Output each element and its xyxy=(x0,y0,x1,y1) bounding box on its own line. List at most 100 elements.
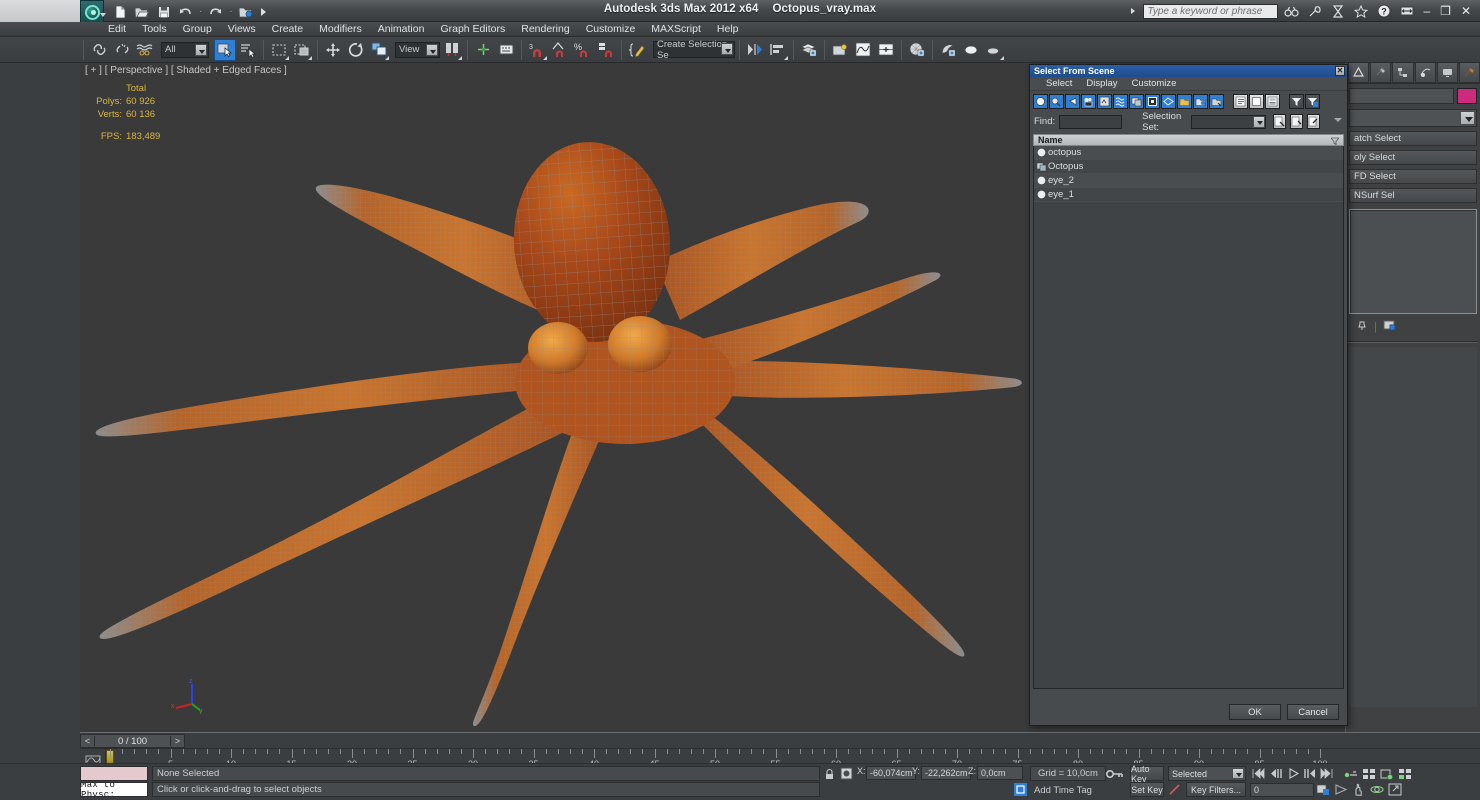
display-shapes-icon[interactable] xyxy=(1049,94,1064,109)
rectangular-selection-region-icon[interactable] xyxy=(268,39,290,61)
menu-item-rendering[interactable]: Rendering xyxy=(521,23,569,35)
coord-z-field[interactable]: 0,0cm xyxy=(977,766,1023,780)
command-panel[interactable]: atch Select oly Select FD Select NSurf S… xyxy=(1345,62,1480,732)
modifier-stack-buttons[interactable]: | xyxy=(1356,319,1480,335)
graphite-modeling-icon[interactable] xyxy=(829,39,851,61)
pin-stack-icon[interactable] xyxy=(1356,320,1368,335)
display-cameras-icon[interactable] xyxy=(1081,94,1096,109)
use-center-flyout-icon[interactable] xyxy=(441,39,463,61)
key-filters-button[interactable]: Key Filters... xyxy=(1186,782,1246,797)
list-column-header-name[interactable]: Name xyxy=(1033,134,1344,146)
dialog-menu-display[interactable]: Display xyxy=(1086,78,1117,89)
dialog-title-bar[interactable]: Select From Scene ✕ xyxy=(1030,65,1347,77)
list-item[interactable]: eye_2 xyxy=(1034,174,1343,188)
cancel-button[interactable]: Cancel xyxy=(1287,704,1339,720)
close-icon[interactable]: ✕ xyxy=(1335,66,1345,76)
frame-spinner-field[interactable]: 0 xyxy=(1250,783,1314,797)
select-influences-icon[interactable] xyxy=(1307,114,1321,129)
select-and-zoom-region-icon[interactable] xyxy=(1316,783,1330,799)
next-frame-icon[interactable] xyxy=(1304,768,1317,782)
menu-item-help[interactable]: Help xyxy=(717,23,739,35)
expand-dialog-chevron-icon[interactable] xyxy=(1332,115,1344,129)
display-geometry-icon[interactable] xyxy=(1033,94,1048,109)
dialog-find-row[interactable]: Find: Selection Set: xyxy=(1034,111,1344,133)
previous-frame-button[interactable]: < xyxy=(81,736,95,746)
modifier-list-dropdown[interactable] xyxy=(1349,109,1477,127)
zoom-extents-all-icon[interactable] xyxy=(1380,768,1394,783)
title-bar-right-tools[interactable]: Type a keyword or phrase ? – ❐ ✕ xyxy=(1131,0,1480,22)
time-tag-icon[interactable] xyxy=(1014,783,1027,799)
selection-set-dropdown[interactable] xyxy=(1191,114,1267,129)
render-setup-icon[interactable] xyxy=(937,39,959,61)
scene-object-list[interactable]: octopus Octopus eye_2 eye_1 xyxy=(1033,146,1344,689)
modify-tab-icon[interactable] xyxy=(1370,62,1392,83)
field-of-view-icon[interactable] xyxy=(1334,783,1348,799)
modifier-button-patch-select[interactable]: atch Select xyxy=(1349,131,1477,146)
select-by-name-icon[interactable] xyxy=(237,39,259,61)
flyout-corner-icon[interactable] xyxy=(458,55,462,60)
chevron-down-icon[interactable] xyxy=(721,43,733,55)
maxscript-mini-listener-input[interactable] xyxy=(80,766,148,781)
display-children-icon[interactable] xyxy=(1193,94,1208,109)
time-slider-row[interactable]: < 0 / 100 > xyxy=(80,732,1480,748)
next-frame-button[interactable]: > xyxy=(170,736,184,746)
help-circle-icon[interactable]: ? xyxy=(1374,2,1393,20)
pan-view-icon[interactable] xyxy=(1352,783,1366,799)
star-icon[interactable] xyxy=(1351,2,1370,20)
create-tab-icon[interactable] xyxy=(1348,62,1370,83)
rendered-frame-window-icon[interactable] xyxy=(960,39,982,61)
list-view-icon[interactable] xyxy=(1233,94,1248,109)
select-and-manipulate-icon[interactable] xyxy=(472,39,494,61)
select-and-scale-icon[interactable] xyxy=(368,39,390,61)
menu-item-modifiers[interactable]: Modifiers xyxy=(319,23,362,35)
reference-coordinate-system-dropdown[interactable]: View xyxy=(395,41,440,58)
list-item[interactable]: eye_1 xyxy=(1034,188,1343,202)
modifier-stack-list[interactable] xyxy=(1349,209,1477,314)
chevron-down-icon[interactable] xyxy=(1253,115,1266,128)
dialog-menu-customize[interactable]: Customize xyxy=(1132,78,1177,89)
chevron-down-icon[interactable] xyxy=(195,43,207,56)
edit-named-selection-icon[interactable] xyxy=(626,39,648,61)
display-space-warps-icon[interactable] xyxy=(1113,94,1128,109)
expand-icon[interactable] xyxy=(1397,2,1416,20)
flyout-corner-icon[interactable] xyxy=(385,55,389,60)
percent-snap-toggle-icon[interactable]: % xyxy=(572,39,594,61)
layer-manager-icon[interactable] xyxy=(798,39,820,61)
display-influences-icon[interactable] xyxy=(1209,94,1224,109)
chevron-down-icon[interactable] xyxy=(1460,111,1475,125)
previous-frame-icon[interactable] xyxy=(1270,768,1283,782)
display-tab-icon[interactable] xyxy=(1436,62,1458,83)
select-link-icon[interactable] xyxy=(88,39,110,61)
display-lights-icon[interactable] xyxy=(1065,94,1080,109)
close-button[interactable]: ✕ xyxy=(1458,4,1474,18)
angle-snap-toggle-icon[interactable] xyxy=(549,39,571,61)
flyout-corner-icon[interactable] xyxy=(308,55,312,60)
coord-y-field[interactable]: -22,262cm xyxy=(921,766,971,780)
dialog-menu-select[interactable]: Select xyxy=(1046,78,1072,89)
menu-item-animation[interactable]: Animation xyxy=(378,23,425,35)
go-to-end-icon[interactable] xyxy=(1320,767,1333,782)
align-icon[interactable] xyxy=(767,39,789,61)
layer-view-icon[interactable] xyxy=(1265,94,1280,109)
menu-item-graph-editors[interactable]: Graph Editors xyxy=(440,23,505,35)
key-mode-toggle-icon[interactable] xyxy=(1105,768,1124,783)
display-containers-icon[interactable] xyxy=(1177,94,1192,109)
menu-item-tools[interactable]: Tools xyxy=(142,23,167,35)
chevron-down-icon[interactable] xyxy=(1232,768,1244,779)
absolute-relative-transform-icon[interactable] xyxy=(840,767,853,783)
menu-item-views[interactable]: Views xyxy=(228,23,256,35)
binoculars-icon[interactable] xyxy=(1282,2,1301,20)
curve-editor-icon[interactable] xyxy=(852,39,874,61)
display-helpers-icon[interactable] xyxy=(1097,94,1112,109)
minimize-button[interactable]: – xyxy=(1420,4,1433,18)
coord-x-field[interactable]: -60,074cm xyxy=(866,766,916,780)
dialog-filter-toolbar[interactable] xyxy=(1033,93,1345,110)
command-panel-tabs[interactable] xyxy=(1346,62,1480,84)
display-bones-icon[interactable] xyxy=(1161,94,1176,109)
menu-item-customize[interactable]: Customize xyxy=(586,23,636,35)
list-item[interactable]: Octopus xyxy=(1034,160,1343,174)
ok-button[interactable]: OK xyxy=(1229,704,1281,720)
chevron-down-icon[interactable] xyxy=(426,43,438,56)
modifier-button-poly-select[interactable]: oly Select xyxy=(1349,150,1477,165)
restore-button[interactable]: ❐ xyxy=(1437,4,1454,18)
